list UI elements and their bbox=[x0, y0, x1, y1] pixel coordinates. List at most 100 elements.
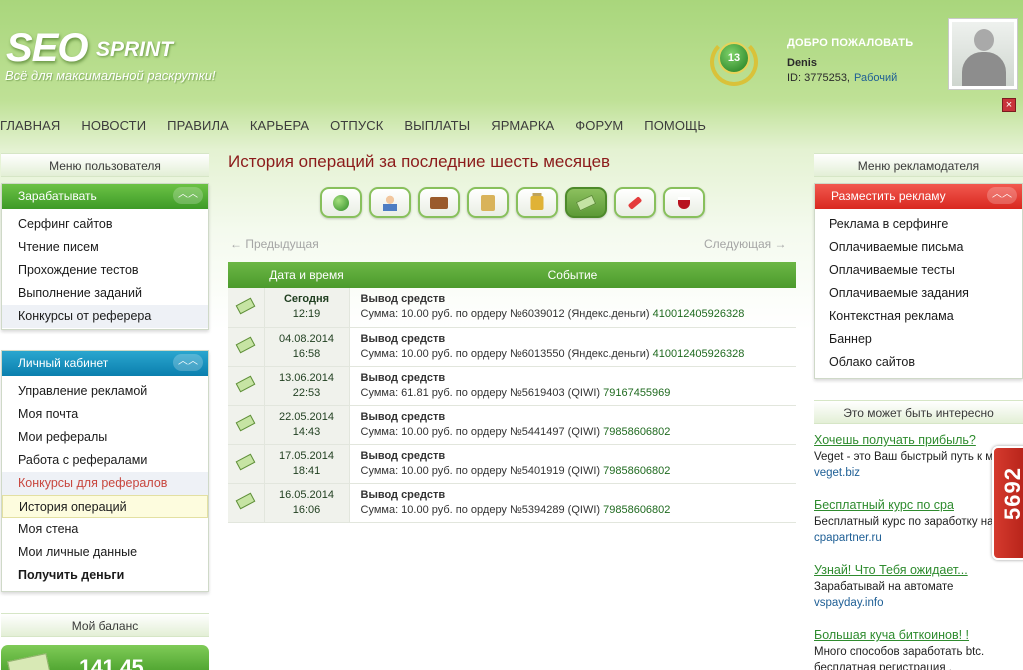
menu-item-paid-tests[interactable]: Оплачиваемые тесты bbox=[815, 259, 1022, 282]
avatar[interactable] bbox=[948, 18, 1018, 90]
close-icon[interactable]: × bbox=[1002, 98, 1016, 112]
row-event-desc: Сумма: 10.00 руб. по ордеру №5401919 (QI… bbox=[360, 464, 601, 477]
menu-item-paid-tasks[interactable]: Оплачиваемые задания bbox=[815, 282, 1022, 305]
filter-glass-button[interactable] bbox=[663, 187, 705, 218]
promo-url[interactable]: vspayday.info bbox=[814, 595, 1023, 611]
nav-item-news[interactable]: НОВОСТИ bbox=[81, 118, 146, 133]
collapse-icon[interactable]: ︿︿ bbox=[987, 187, 1017, 204]
interest-title: Это может быть интересно bbox=[814, 400, 1023, 424]
menu-item-get-money[interactable]: Получить деньги bbox=[2, 564, 208, 587]
menu-item-site-cloud[interactable]: Облако сайтов bbox=[815, 351, 1022, 374]
row-time: 18:41 bbox=[292, 464, 321, 477]
promo-title-link[interactable]: Узнай! Что Тебя ожидает... bbox=[814, 562, 1023, 578]
cabinet-menu-header[interactable]: Личный кабинет ︿︿ bbox=[2, 351, 208, 376]
earn-menu-title: Зарабатывать bbox=[18, 189, 97, 203]
promo-title-link[interactable]: Хочешь получать прибыль? bbox=[814, 432, 1023, 448]
promo-block: Большая куча биткоинов! ! Много способов… bbox=[814, 627, 1023, 670]
menu-item-operation-history[interactable]: История операций bbox=[2, 495, 208, 518]
row-time: 22:53 bbox=[292, 386, 321, 399]
wallet-icon bbox=[430, 196, 448, 209]
menu-item-context-ads[interactable]: Контекстная реклама bbox=[815, 305, 1022, 328]
row-event-desc: Сумма: 10.00 руб. по ордеру №6039012 (Ян… bbox=[360, 308, 650, 321]
collapse-icon[interactable]: ︿︿ bbox=[173, 187, 203, 204]
table-row: 13.06.2014 22:53 Вывод средств Сумма: 61.81… bbox=[228, 366, 796, 406]
row-date: 04.08.2014 bbox=[278, 332, 335, 345]
nav-item-career[interactable]: КАРЬЕРА bbox=[250, 118, 309, 133]
money-icon bbox=[235, 453, 256, 471]
menu-item-referral-work[interactable]: Работа с рефералами bbox=[2, 449, 208, 472]
filter-lock-button[interactable] bbox=[516, 187, 558, 218]
row-date: 16.05.2014 bbox=[278, 488, 335, 501]
next-page-link[interactable]: Следующая → bbox=[704, 237, 786, 251]
nav-item-fair[interactable]: ЯРМАРКА bbox=[491, 118, 554, 133]
row-wallet-link[interactable]: 79858606802 bbox=[603, 426, 670, 438]
promo-title-link[interactable]: Большая куча биткоинов! ! bbox=[814, 627, 1023, 643]
money-icon bbox=[575, 194, 597, 211]
row-datetime: 16.05.2014 16:06 bbox=[264, 483, 350, 523]
row-wallet-link[interactable]: 79167455969 bbox=[603, 387, 670, 399]
page-title: История операций за последние шесть меся… bbox=[228, 152, 611, 171]
nav-item-help[interactable]: ПОМОЩЬ bbox=[644, 118, 706, 133]
menu-item-personal-data[interactable]: Мои личные данные bbox=[2, 541, 208, 564]
promo-description: Зарабатывай на автомате bbox=[814, 581, 954, 593]
menu-item-surfing[interactable]: Серфинг сайтов bbox=[2, 213, 208, 236]
place-ad-header[interactable]: Разместить рекламу ︿︿ bbox=[815, 184, 1022, 209]
row-date: 22.05.2014 bbox=[278, 410, 335, 423]
row-time: 14:43 bbox=[292, 425, 321, 438]
place-ad-menu: Разместить рекламу ︿︿ Реклама в серфинге… bbox=[814, 183, 1023, 379]
balance-value: 141.45 bbox=[79, 655, 144, 670]
menu-item-my-mail[interactable]: Моя почта bbox=[2, 403, 208, 426]
nav-item-payouts[interactable]: ВЫПЛАТЫ bbox=[404, 118, 470, 133]
row-event-title: Вывод средств bbox=[360, 410, 446, 423]
menu-item-letters[interactable]: Чтение писем bbox=[2, 236, 208, 259]
filter-money-button[interactable] bbox=[565, 187, 607, 218]
earn-menu-header[interactable]: Зарабатывать ︿︿ bbox=[2, 184, 208, 209]
filter-all-button[interactable] bbox=[320, 187, 362, 218]
row-event-title: Вывод средств bbox=[360, 371, 446, 384]
welcome-text: ДОБРО ПОЖАЛОВАТЬ bbox=[787, 37, 914, 49]
nav-item-forum[interactable]: ФОРУМ bbox=[575, 118, 623, 133]
prev-page-link[interactable]: ← Предыдущая bbox=[230, 237, 319, 251]
user-id-text: ID: 3775253, bbox=[787, 72, 850, 84]
logo-tagline: Всё для максимальной раскрутки! bbox=[5, 68, 216, 83]
filter-user-button[interactable] bbox=[369, 187, 411, 218]
row-wallet-link[interactable]: 79858606802 bbox=[603, 465, 670, 477]
logo-sprint: SPRINT bbox=[96, 38, 174, 61]
menu-item-my-referrals[interactable]: Мои рефералы bbox=[2, 426, 208, 449]
counter-value: 5692 bbox=[1000, 467, 1023, 520]
nav-item-home[interactable]: ГЛАВНАЯ bbox=[0, 118, 60, 133]
row-datetime: 13.06.2014 22:53 bbox=[264, 366, 350, 406]
row-event: Вывод средств Сумма: 61.81 руб. по ордеру… bbox=[349, 366, 796, 406]
nav-item-vacation[interactable]: ОТПУСК bbox=[330, 118, 383, 133]
money-icon bbox=[7, 653, 51, 670]
row-wallet-link[interactable]: 79858606802 bbox=[603, 504, 670, 516]
counter-badge[interactable]: 5692 bbox=[992, 446, 1023, 560]
menu-item-tasks[interactable]: Выполнение заданий bbox=[2, 282, 208, 305]
row-icon-cell bbox=[228, 366, 265, 406]
row-event: Вывод средств Сумма: 10.00 руб. по ордеру… bbox=[349, 405, 796, 445]
menu-item-referrer-contests[interactable]: Конкурсы от реферера bbox=[2, 305, 208, 328]
menu-item-paid-letters[interactable]: Оплачиваемые письма bbox=[815, 236, 1022, 259]
collapse-icon[interactable]: ︿︿ bbox=[173, 354, 203, 371]
filter-wallet-button[interactable] bbox=[418, 187, 460, 218]
menu-item-banner[interactable]: Баннер bbox=[815, 328, 1022, 351]
user-status-link[interactable]: Рабочий bbox=[854, 72, 897, 84]
money-icon bbox=[235, 297, 256, 315]
menu-item-surf-ads[interactable]: Реклама в серфинге bbox=[815, 213, 1022, 236]
row-event: Вывод средств Сумма: 10.00 руб. по ордеру… bbox=[349, 288, 796, 328]
menu-item-referral-contests[interactable]: Конкурсы для рефералов bbox=[2, 472, 208, 495]
bag-icon bbox=[481, 194, 495, 211]
row-wallet-link[interactable]: 410012405926328 bbox=[653, 348, 745, 360]
row-time: 12:19 bbox=[292, 308, 321, 321]
filter-bag-button[interactable] bbox=[467, 187, 509, 218]
cabinet-menu: Личный кабинет ︿︿ Управление рекламой Мо… bbox=[1, 350, 209, 592]
money-icon bbox=[235, 375, 256, 393]
row-icon-cell bbox=[228, 444, 265, 484]
row-wallet-link[interactable]: 410012405926328 bbox=[653, 308, 745, 320]
menu-item-ad-management[interactable]: Управление рекламой bbox=[2, 380, 208, 403]
nav-item-rules[interactable]: ПРАВИЛА bbox=[167, 118, 229, 133]
menu-item-tests[interactable]: Прохождение тестов bbox=[2, 259, 208, 282]
filter-pin-button[interactable] bbox=[614, 187, 656, 218]
menu-item-my-wall[interactable]: Моя стена bbox=[2, 518, 208, 541]
table-row: 22.05.2014 14:43 Вывод средств Сумма: 10.00… bbox=[228, 405, 796, 445]
